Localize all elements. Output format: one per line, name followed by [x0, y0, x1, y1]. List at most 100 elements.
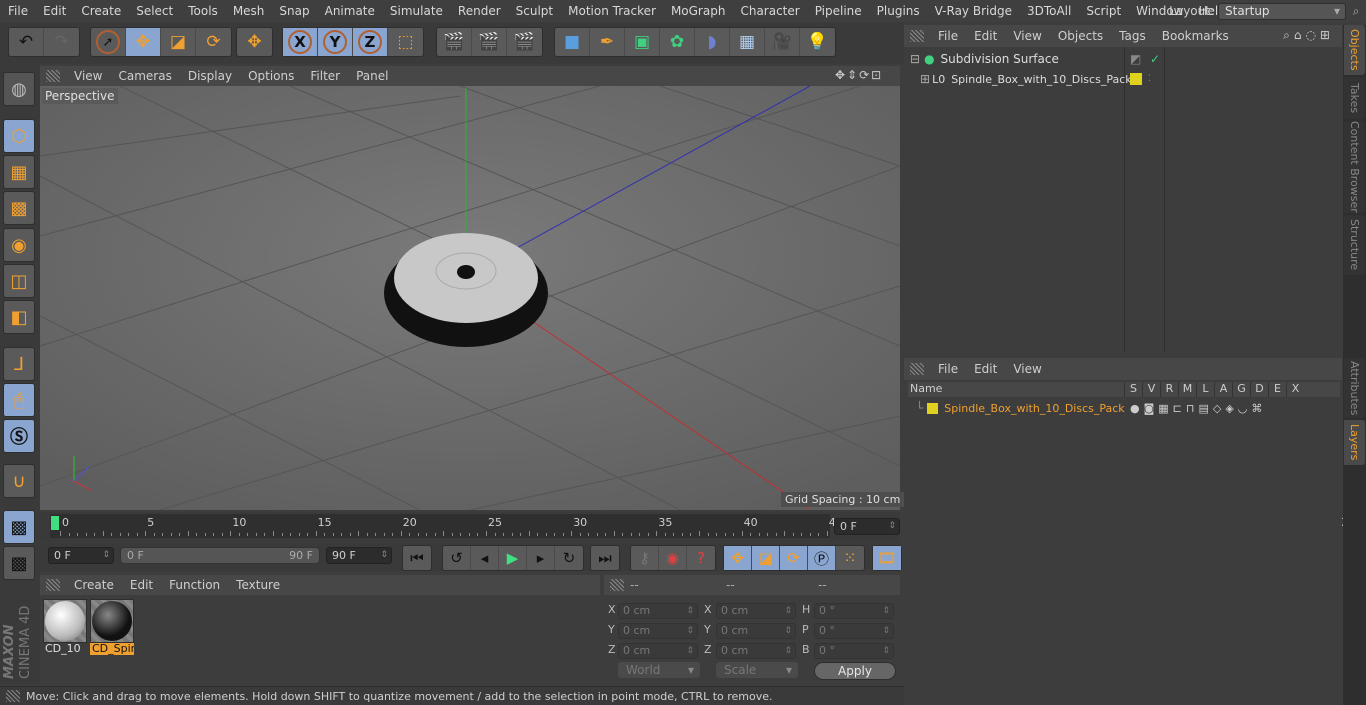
points-mode-icon[interactable]: ◉	[3, 228, 35, 262]
menu-file[interactable]: File	[0, 4, 35, 18]
coordinate-field[interactable]: 0 cm	[618, 603, 698, 619]
tweak-mode-icon[interactable]: 🖱	[3, 383, 35, 417]
layer-column-name[interactable]: Name	[908, 382, 1124, 397]
layer-column-v[interactable]: V	[1142, 382, 1160, 397]
cloner-icon[interactable]: ✿	[660, 28, 695, 56]
recent-tool-icon[interactable]: ✥	[237, 28, 272, 56]
layer-column-l[interactable]: L	[1196, 382, 1214, 397]
viewport-menu-view[interactable]: View	[66, 69, 110, 83]
axis-mode-icon[interactable]: ⅃	[3, 347, 35, 381]
key-rotation-icon[interactable]: ⟳	[780, 546, 808, 570]
material-menu-edit[interactable]: Edit	[122, 578, 161, 592]
move-icon[interactable]: ✥	[126, 28, 161, 56]
x-axis-lock-icon[interactable]: X	[283, 28, 318, 56]
y-axis-lock-icon[interactable]: Y	[318, 28, 353, 56]
light-icon[interactable]: 💡	[800, 28, 835, 56]
workplane-lock-icon[interactable]: ▩	[3, 510, 35, 544]
panel-grip[interactable]	[610, 579, 624, 591]
object-row[interactable]: ⊟ ● Subdivision Surface ◩ ✓	[906, 49, 1342, 69]
layer-column-x[interactable]: X	[1286, 382, 1304, 397]
render-picture-viewer-icon[interactable]: 🎬	[472, 28, 507, 56]
material-menu-function[interactable]: Function	[161, 578, 228, 592]
autokey-icon[interactable]: ◉	[659, 546, 687, 570]
enabled-check-icon[interactable]: ✓	[1150, 52, 1160, 66]
tab-structure[interactable]: Structure	[1344, 215, 1365, 275]
coordinate-field[interactable]: 0 °	[814, 623, 894, 639]
tab-attributes[interactable]: Attributes	[1344, 358, 1365, 418]
layer-name[interactable]: Spindle_Box_with_10_Discs_Pack	[944, 402, 1124, 415]
layer-color-swatch[interactable]	[927, 402, 939, 414]
deformer-icon[interactable]: ◗	[695, 28, 730, 56]
coordinate-field[interactable]: 0 cm	[618, 623, 698, 639]
layer-column-d[interactable]: D	[1250, 382, 1268, 397]
menu-character[interactable]: Character	[732, 4, 806, 18]
layer-column-a[interactable]: A	[1214, 382, 1232, 397]
layer-column-s[interactable]: S	[1124, 382, 1142, 397]
workplane-align-icon[interactable]: ▩	[3, 546, 35, 580]
key-scale-icon[interactable]: ◪	[752, 546, 780, 570]
menu-simulate[interactable]: Simulate	[382, 4, 450, 18]
layer-menu-edit[interactable]: Edit	[966, 362, 1005, 376]
object-row[interactable]: ⊞ L0 Spindle_Box_with_10_Discs_Pack ⁚	[906, 69, 1342, 89]
layer-column-g[interactable]: G	[1232, 382, 1250, 397]
layer-menu-view[interactable]: View	[1005, 362, 1049, 376]
coordinate-field[interactable]: 0 °	[814, 643, 894, 659]
pen-spline-icon[interactable]: ✒	[590, 28, 625, 56]
menu-v-ray-bridge[interactable]: V-Ray Bridge	[927, 4, 1019, 18]
coordinate-mode-dropdown[interactable]: Scale	[716, 662, 798, 678]
scale-icon[interactable]: ◪	[161, 28, 196, 56]
rotate-icon[interactable]: ⟳	[196, 28, 231, 56]
object-menu-edit[interactable]: Edit	[966, 29, 1005, 43]
coordinate-field[interactable]: 0 cm	[716, 623, 796, 639]
viewport-menu-panel[interactable]: Panel	[348, 69, 396, 83]
object-menu-view[interactable]: View	[1005, 29, 1049, 43]
layer-column-r[interactable]: R	[1160, 382, 1178, 397]
layer-menu-file[interactable]: File	[930, 362, 966, 376]
panel-grip[interactable]	[46, 70, 60, 82]
goto-end-icon[interactable]: ⏭	[591, 546, 619, 570]
frame-range-slider[interactable]: 0 F 90 F	[120, 547, 320, 564]
texture-mode-icon[interactable]: ▦	[3, 155, 35, 189]
tab-takes[interactable]: Takes	[1344, 77, 1365, 119]
menu-tools[interactable]: Tools	[180, 4, 225, 18]
collapse-icon[interactable]: ⊟	[910, 52, 920, 66]
viewport-nav-icons[interactable]: ✥⇕⟳⊡	[835, 68, 883, 82]
playhead[interactable]	[51, 516, 59, 530]
edges-mode-icon[interactable]: ◫	[3, 264, 35, 298]
prev-key-icon[interactable]: ↺	[443, 546, 471, 570]
snap-icon[interactable]: ∪	[3, 464, 35, 498]
visibility-toggle[interactable]: ◩	[1130, 52, 1141, 66]
material-menu-create[interactable]: Create	[66, 578, 122, 592]
coordinate-space-dropdown[interactable]: World	[618, 662, 700, 678]
camera-icon[interactable]: 🎥	[765, 28, 800, 56]
model-mode-icon[interactable]: ⬡	[3, 119, 35, 153]
layer-column-e[interactable]: E	[1268, 382, 1286, 397]
panel-grip[interactable]	[46, 579, 60, 591]
menu-create[interactable]: Create	[73, 4, 128, 18]
tab-layers[interactable]: Layers	[1344, 420, 1365, 465]
material-item[interactable]: CD_10	[43, 599, 87, 655]
live-selection-icon[interactable]: ➚	[91, 28, 126, 56]
object-menu-objects[interactable]: Objects	[1050, 29, 1111, 43]
viewport[interactable]	[40, 86, 900, 510]
layer-flag-icons[interactable]: ●◙▦⊏⊓▤◇◈◡⌘	[1130, 402, 1266, 415]
coordinate-field[interactable]: 0 cm	[716, 643, 796, 659]
key-position-icon[interactable]: ✥	[724, 546, 752, 570]
viewport-menu-options[interactable]: Options	[240, 69, 302, 83]
menu-animate[interactable]: Animate	[317, 4, 382, 18]
coordinate-field[interactable]: 0 °	[814, 603, 894, 619]
coordinate-system-icon[interactable]: ⬚	[388, 28, 423, 56]
panel-grip[interactable]	[6, 690, 20, 702]
render-settings-icon[interactable]: 🎬	[507, 28, 542, 56]
menu-select[interactable]: Select	[128, 4, 180, 18]
viewport-menu-display[interactable]: Display	[180, 69, 240, 83]
key-pla-icon[interactable]: ⁙	[836, 546, 864, 570]
viewport-menu-filter[interactable]: Filter	[302, 69, 348, 83]
subdivision-surface-icon[interactable]: ▣	[625, 28, 660, 56]
cube-icon[interactable]: ■	[555, 28, 590, 56]
record-key-icon[interactable]: ⚷	[631, 546, 659, 570]
keyframe-selection-icon[interactable]: ?	[687, 546, 715, 570]
solo-mode-icon[interactable]: Ⓢ	[3, 419, 35, 453]
menu-motion-tracker[interactable]: Motion Tracker	[560, 4, 663, 18]
key-parameter-icon[interactable]: Ⓟ	[808, 546, 836, 570]
